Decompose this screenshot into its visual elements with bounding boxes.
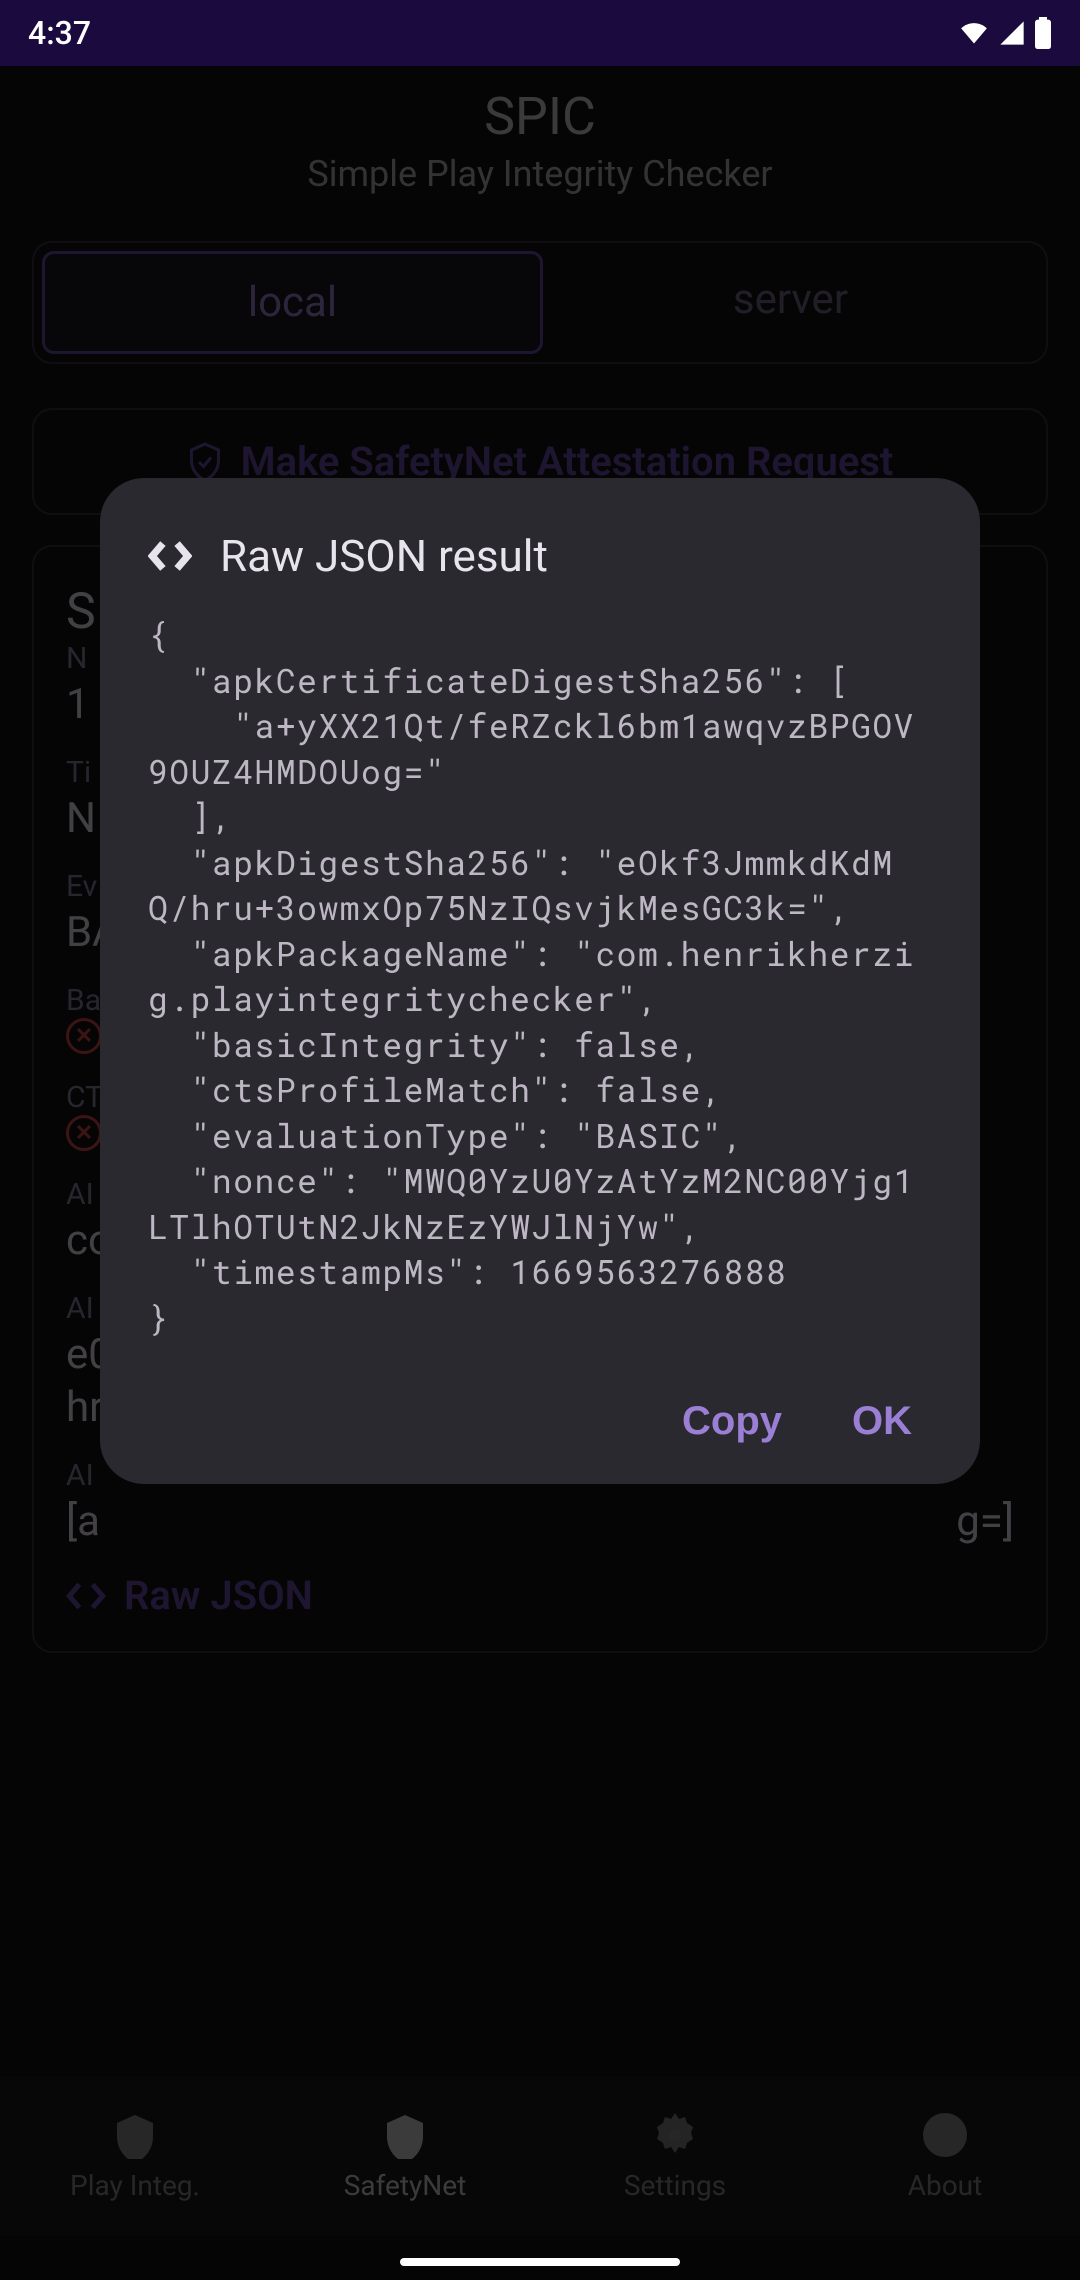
wifi-icon [958, 19, 990, 47]
signal-icon [998, 19, 1026, 47]
dialog-title: Raw JSON result [220, 530, 548, 582]
home-indicator[interactable] [400, 2258, 680, 2266]
status-time: 4:37 [28, 14, 91, 52]
code-icon [148, 540, 192, 572]
dialog-body: { "apkCertificateDigestSha256": [ "a+yXX… [148, 612, 932, 1341]
battery-icon [1034, 17, 1052, 49]
dialog-header: Raw JSON result [148, 530, 932, 582]
status-bar: 4:37 [0, 0, 1080, 66]
status-right [958, 17, 1052, 49]
ok-button[interactable]: OK [852, 1399, 912, 1444]
copy-button[interactable]: Copy [682, 1399, 782, 1444]
raw-json-dialog: Raw JSON result { "apkCertificateDigestS… [100, 478, 980, 1484]
dialog-actions: Copy OK [148, 1399, 932, 1444]
